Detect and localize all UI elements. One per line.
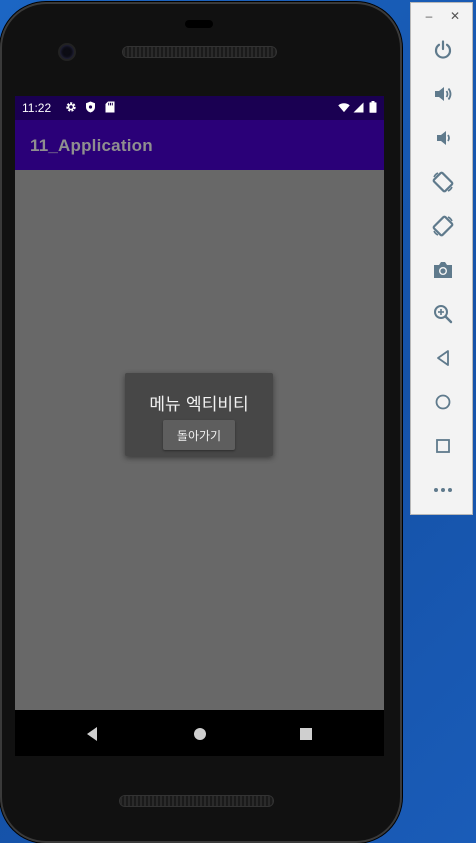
emulator-toolbar: – ✕ [410, 2, 473, 515]
device-screen: 11:22 11_Application 메뉴 엑티비티 돌아가기 [15, 96, 384, 710]
status-bar: 11:22 [15, 96, 384, 120]
sd-card-icon [104, 101, 116, 113]
overview-icon[interactable] [431, 434, 455, 458]
home-icon[interactable] [431, 390, 455, 414]
wifi-icon [338, 101, 350, 113]
earpiece [185, 20, 213, 28]
minimize-icon[interactable]: – [422, 9, 436, 23]
shield-icon [84, 101, 96, 113]
menu-activity-dialog: 메뉴 엑티비티 돌아가기 [125, 373, 273, 456]
power-icon[interactable] [431, 38, 455, 62]
navigation-bar [15, 710, 384, 756]
phone-frame: 11:22 11_Application 메뉴 엑티비티 돌아가기 [0, 2, 402, 843]
more-icon[interactable] [431, 478, 455, 502]
go-back-button[interactable]: 돌아가기 [163, 420, 235, 450]
rotate-right-icon[interactable] [431, 214, 455, 238]
cell-signal-icon [352, 101, 364, 113]
battery-icon [367, 101, 379, 113]
app-title: 11_Application [30, 136, 153, 155]
bottom-speaker-grille [120, 796, 273, 806]
activity-content: 메뉴 엑티비티 돌아가기 [15, 170, 384, 710]
settings-gear-icon [65, 101, 77, 113]
camera-icon[interactable] [431, 258, 455, 282]
volume-down-icon[interactable] [431, 126, 455, 150]
close-icon[interactable]: ✕ [448, 9, 462, 23]
status-time: 11:22 [22, 101, 52, 115]
back-icon[interactable] [431, 346, 455, 370]
front-camera-icon [60, 45, 74, 59]
zoom-icon[interactable] [431, 302, 455, 326]
nav-home-icon[interactable] [188, 722, 212, 746]
nav-back-icon[interactable] [80, 722, 104, 746]
rotate-left-icon[interactable] [431, 170, 455, 194]
app-bar: 11_Application [15, 120, 384, 170]
top-speaker-grille [123, 47, 276, 57]
nav-recents-icon[interactable] [294, 722, 318, 746]
volume-up-icon[interactable] [431, 82, 455, 106]
dialog-title: 메뉴 엑티비티 [149, 395, 249, 415]
